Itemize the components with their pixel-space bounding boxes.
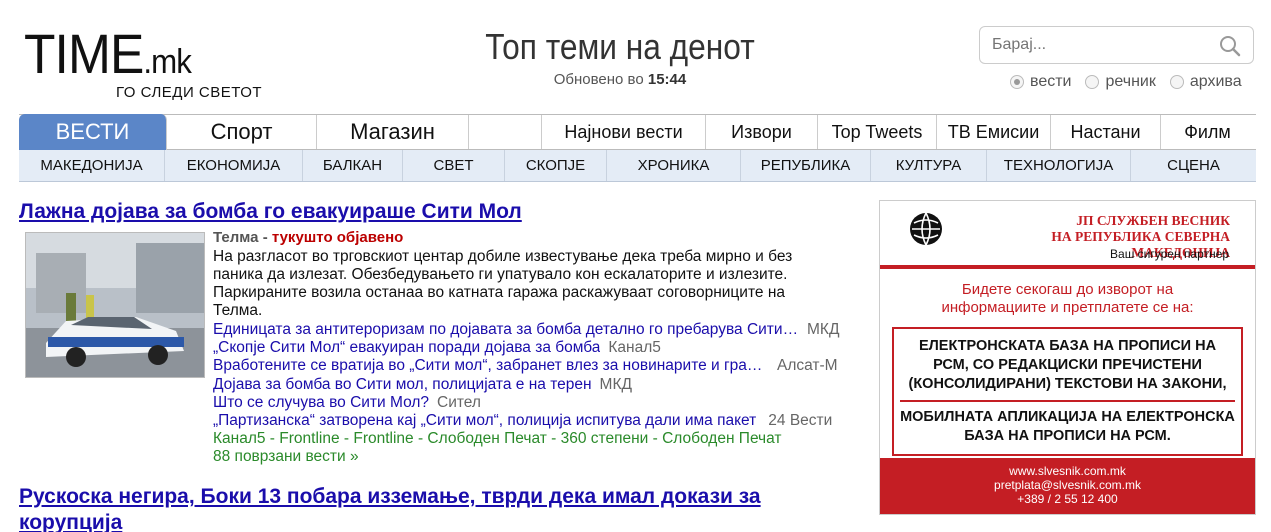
category-culture[interactable]: КУЛТУРА: [871, 150, 987, 181]
list-item: „Партизанска“ затворена кај „Сити мол“, …: [213, 412, 843, 430]
article-source[interactable]: Телма: [213, 229, 259, 246]
tab-sport[interactable]: Спорт: [167, 115, 317, 149]
tab-events[interactable]: Настани: [1050, 115, 1160, 149]
related-source[interactable]: Канал5: [608, 339, 661, 357]
more-sources[interactable]: Канал5 - Frontline - Frontline - Слободе…: [213, 430, 843, 448]
article-headline[interactable]: Лажна дојава за бомба го евакуираше Сити…: [19, 200, 522, 224]
logo-wordmark: TIME.mk: [24, 22, 192, 85]
related-source[interactable]: МКД: [807, 321, 839, 339]
radio-archive[interactable]: архива: [1169, 73, 1242, 91]
ad-slogan: Ваш сигурен партнер: [1110, 247, 1229, 261]
related-source[interactable]: МКД: [600, 376, 632, 394]
radio-dictionary[interactable]: речник: [1085, 73, 1156, 91]
tab-magazine[interactable]: Магазин: [317, 115, 469, 149]
tab-tv-shows[interactable]: ТВ Емисии: [936, 115, 1050, 149]
article-headline[interactable]: Рускоска негира, Боки 13 побара изземање…: [19, 484, 839, 532]
article-source-line: Телма - тукушто објавено: [213, 229, 404, 246]
list-item: Дојава за бомба во Сити мол, полицијата …: [213, 376, 843, 394]
search-scope: вести речник архива: [1010, 73, 1242, 91]
radio-checked-icon: [1010, 75, 1024, 89]
site-logo[interactable]: TIME.mk ГО СЛЕДИ СВЕТОТ: [24, 26, 264, 106]
category-technology[interactable]: ТЕХНОЛОГИЈА: [987, 150, 1131, 181]
main-nav: ВЕСТИ Спорт Магазин Најнови вести Извори…: [19, 114, 1256, 150]
police-car-image: [26, 233, 204, 377]
radio-news[interactable]: вести: [1010, 73, 1071, 91]
category-macedonia[interactable]: МАКЕДОНИЈА: [19, 150, 165, 181]
tab-sources[interactable]: Извори: [705, 115, 817, 149]
related-link[interactable]: Што се случува во Сити Мол?: [213, 394, 429, 412]
ad-header: ЈП СЛУЖБЕН ВЕСНИК НА РЕПУБЛИКА СЕВЕРНА МА…: [880, 201, 1255, 269]
category-economy[interactable]: ЕКОНОМИЈА: [165, 150, 303, 181]
related-source[interactable]: 24 Вести: [768, 412, 832, 430]
page-title: Топ теми на денот: [485, 26, 755, 67]
article-thumbnail[interactable]: [25, 232, 205, 378]
list-item: Што се случува во Сити Мол? Сител: [213, 394, 843, 412]
tab-latest-news[interactable]: Најнови вести: [541, 115, 705, 149]
related-count-link[interactable]: 88 поврзани вести »: [213, 448, 843, 466]
related-source[interactable]: Сител: [437, 394, 481, 412]
category-skopje[interactable]: СКОПЈЕ: [505, 150, 607, 181]
list-item: Вработените се вратија во „Сити мол“, за…: [213, 357, 843, 375]
search-box: [979, 26, 1254, 64]
ad-body: Бидете секогаш до изворот на информациит…: [880, 269, 1255, 456]
category-world[interactable]: СВЕТ: [403, 150, 505, 181]
logo-tagline: ГО СЛЕДИ СВЕТОТ: [116, 84, 263, 101]
globe-icon: [910, 212, 942, 246]
tab-film[interactable]: Филм: [1160, 115, 1254, 149]
related-source[interactable]: Алсат-М: [777, 357, 838, 375]
related-link[interactable]: Дојава за бомба во Сити мол, полицијата …: [213, 376, 592, 394]
search-input[interactable]: [980, 27, 1210, 63]
list-item: „Скопје Сити Мол“ евакуиран поради дојав…: [213, 339, 843, 357]
category-nav: МАКЕДОНИЈА ЕКОНОМИЈА БАЛКАН СВЕТ СКОПЈЕ …: [19, 150, 1256, 182]
category-balkan[interactable]: БАЛКАН: [303, 150, 403, 181]
radio-unchecked-icon: [1085, 75, 1100, 89]
advertisement[interactable]: ЈП СЛУЖБЕН ВЕСНИК НА РЕПУБЛИКА СЕВЕРНА МА…: [879, 200, 1256, 515]
related-articles: Единицата за антитероризам по дојавата з…: [213, 321, 843, 467]
radio-unchecked-icon: [1169, 75, 1184, 89]
tab-news[interactable]: ВЕСТИ: [19, 114, 167, 150]
list-item: Единицата за антитероризам по дојавата з…: [213, 321, 843, 339]
related-link[interactable]: „Партизанска“ затворена кај „Сити мол“, …: [213, 412, 756, 430]
category-scene[interactable]: СЦЕНА: [1131, 150, 1256, 181]
updated-time: Обновено во 15:44: [553, 71, 687, 88]
related-link[interactable]: Единицата за антитероризам по дојавата з…: [213, 321, 799, 339]
related-link[interactable]: „Скопје Сити Мол“ евакуиран поради дојав…: [213, 339, 600, 357]
tab-top-tweets[interactable]: Top Tweets: [817, 115, 936, 149]
related-link[interactable]: Вработените се вратија во „Сити мол“, за…: [213, 357, 763, 375]
category-chronicle[interactable]: ХРОНИКА: [607, 150, 741, 181]
ad-contacts: www.slvesnik.com.mk pretplata@slvesnik.c…: [880, 458, 1255, 514]
article-summary: На разгласот во трговскиот центар добиле…: [213, 248, 793, 319]
category-republic[interactable]: РЕПУБЛИКА: [741, 150, 871, 181]
article-recency: тукушто објавено: [271, 229, 404, 246]
ad-box: ЕЛЕКТРОНСКАТА БАЗА НА ПРОПИСИ НА РСМ, СО…: [892, 327, 1243, 456]
search-icon[interactable]: [1219, 35, 1241, 57]
